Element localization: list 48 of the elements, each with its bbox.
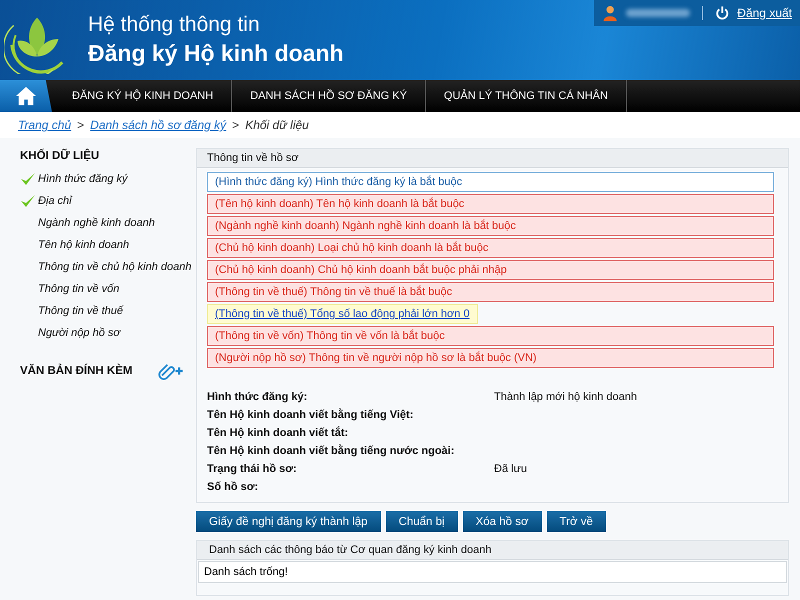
field-value: Đã lưu (494, 463, 528, 475)
logout-link[interactable]: Đăng xuất (737, 6, 792, 20)
error-message: (Người nộp hồ sơ) Thông tin về người nộp hồ sơ là bắt buộc (VN) (207, 348, 774, 368)
error-message: (Tên hộ kinh doanh) Tên hộ kinh doanh là bắt buộc (207, 194, 774, 214)
field-value: Thành lập mới hộ kinh doanh (494, 391, 637, 403)
field-label: Tên Hộ kinh doanh viết bằng tiếng nước ngoài: (207, 445, 456, 457)
breadcrumb-current: Khối dữ liệu (245, 118, 309, 132)
action-button[interactable]: Xóa hồ sơ (462, 511, 542, 532)
warning-link[interactable]: (Thông tin về thuế) Tổng số lao động phải lớn hơn 0 (207, 304, 478, 324)
sidebar-heading: VĂN BẢN ĐÍNH KÈM (20, 365, 132, 377)
sidebar-link[interactable]: Địa chỉ (38, 195, 72, 207)
sidebar-heading: KHỐI DỮ LIỆU (20, 150, 100, 162)
info-message: (Hình thức đăng ký) Hình thức đăng ký là bắt buộc (207, 172, 774, 192)
action-button[interactable]: Chuẩn bị (386, 511, 458, 532)
field-label: Số hồ sơ: (207, 481, 260, 493)
action-button[interactable]: Trở về (546, 511, 606, 532)
panel-title: Thông tin về hồ sơ (197, 149, 788, 168)
breadcrumb-separator: > (77, 118, 84, 132)
sidebar-link[interactable]: Thông tin về vốn (38, 283, 120, 295)
site-title: Đăng ký Hộ kinh doanh (88, 39, 344, 68)
action-button[interactable]: Giấy đề nghị đăng ký thành lập (196, 511, 381, 532)
error-message: (Chủ hộ kinh doanh) Loại chủ hộ kinh doanh là bắt buộc (207, 238, 774, 258)
sidebar-link[interactable]: Ngành nghề kinh doanh (38, 217, 155, 229)
error-message: (Chủ hộ kinh doanh) Chủ hộ kinh doanh bắt buộc phải nhập (207, 260, 774, 280)
redacted-text (626, 9, 690, 17)
sidebar-link[interactable]: Thông tin về thuế (38, 305, 124, 317)
sidebar-link[interactable]: Hình thức đăng ký (38, 173, 128, 185)
site-subtitle: Hệ thống thông tin (88, 12, 261, 38)
paperclip-plus-icon[interactable] (158, 362, 184, 380)
sidebar-link[interactable]: Thông tin về chủ hộ kinh doanh (38, 261, 192, 273)
panel-title: Danh sách các thông báo từ Cơ quan đăng ký kinh doanh (197, 541, 788, 560)
error-message: (Thông tin về vốn) Thông tin về vốn là bắt buộc (207, 326, 774, 346)
breadcrumb-link[interactable]: Trang chủ (18, 118, 72, 132)
home-icon (15, 86, 37, 106)
field-label: Trạng thái hồ sơ: (207, 463, 298, 475)
error-message: (Ngành nghề kinh doanh) Ngành nghề kinh doanh là bắt buộc (207, 216, 774, 236)
empty-list-message: Danh sách trống! (198, 561, 787, 583)
error-message: (Thông tin về thuế) Thông tin về thuế là bắt buộc (207, 282, 774, 302)
field-label: Tên Hộ kinh doanh viết tắt: (207, 427, 350, 439)
home-button[interactable] (0, 80, 52, 112)
field-label: Tên Hộ kinh doanh viết bằng tiếng Việt: (207, 409, 414, 421)
sidebar-link[interactable]: Người nộp hồ sơ (38, 327, 120, 339)
sidebar-link[interactable]: Tên hộ kinh doanh (38, 239, 130, 251)
breadcrumb-separator: > (232, 118, 240, 132)
user-icon (602, 4, 618, 22)
power-icon[interactable] (714, 5, 730, 21)
breadcrumb-link[interactable]: Danh sách hồ sơ đăng ký (90, 118, 226, 132)
field-label: Hình thức đăng ký: (207, 391, 308, 403)
